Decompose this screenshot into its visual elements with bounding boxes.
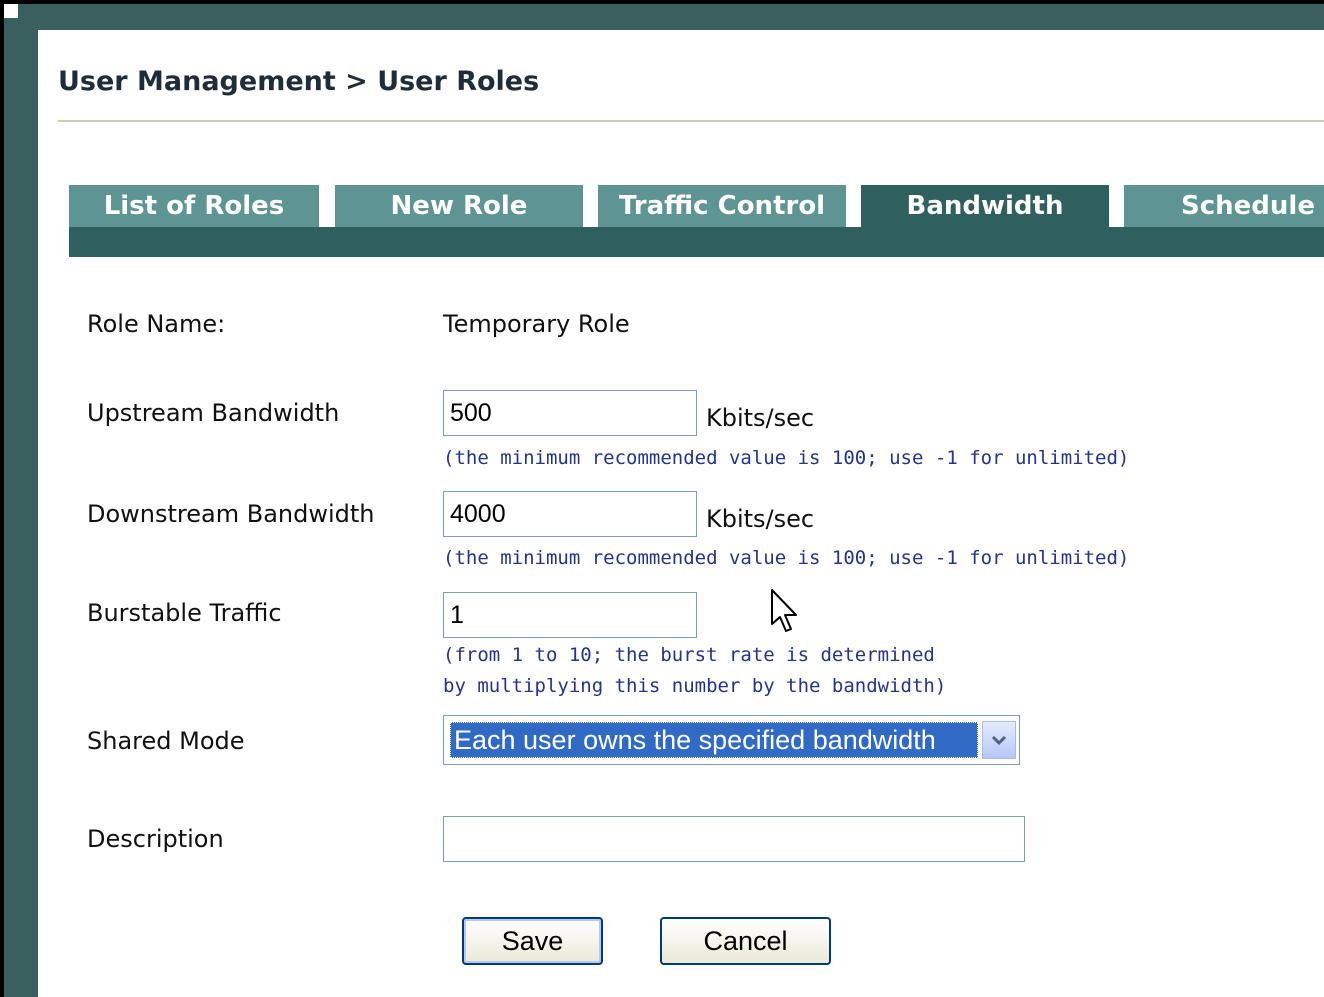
shared-mode-selected-value: Each user owns the specified bandwidth xyxy=(450,722,978,758)
tab-underbar xyxy=(69,227,1324,257)
role-name-value: Temporary Role xyxy=(443,310,630,338)
burstable-hint-line1: (from 1 to 10; the burst rate is determi… xyxy=(443,644,935,666)
upstream-bandwidth-label: Upstream Bandwidth xyxy=(87,399,340,427)
description-label: Description xyxy=(87,825,224,853)
tab-traffic-control[interactable]: Traffic Control xyxy=(598,185,846,227)
page-title: User Management > User Roles xyxy=(58,66,540,97)
burstable-traffic-input[interactable] xyxy=(443,592,697,638)
upstream-hint: (the minimum recommended value is 100; u… xyxy=(443,447,1130,469)
tab-schedule[interactable]: Schedule xyxy=(1124,185,1324,227)
downstream-unit: Kbits/sec xyxy=(706,505,815,533)
downstream-bandwidth-input[interactable] xyxy=(443,491,697,537)
downstream-bandwidth-label: Downstream Bandwidth xyxy=(87,500,375,528)
title-divider xyxy=(58,120,1324,122)
burstable-hint-line2: by multiplying this number by the bandwi… xyxy=(443,675,947,697)
tab-list-of-roles[interactable]: List of Roles xyxy=(69,185,319,227)
tab-bandwidth[interactable]: Bandwidth xyxy=(861,185,1109,227)
role-name-label: Role Name: xyxy=(87,310,226,338)
top-frame-bar xyxy=(0,0,1324,30)
shared-mode-select[interactable]: Each user owns the specified bandwidth xyxy=(443,715,1020,765)
cancel-button[interactable]: Cancel xyxy=(660,917,831,965)
description-input[interactable] xyxy=(443,816,1025,862)
upstream-bandwidth-input[interactable] xyxy=(443,390,697,436)
left-frame-bar xyxy=(0,0,38,997)
shared-mode-label: Shared Mode xyxy=(87,727,245,755)
upstream-unit: Kbits/sec xyxy=(706,404,815,432)
downstream-hint: (the minimum recommended value is 100; u… xyxy=(443,547,1130,569)
burstable-traffic-label: Burstable Traffic xyxy=(87,599,282,627)
mouse-pointer-icon xyxy=(771,589,797,632)
frame-corner xyxy=(0,0,38,30)
chevron-down-icon[interactable] xyxy=(982,721,1016,759)
tab-new-role[interactable]: New Role xyxy=(335,185,583,227)
save-button[interactable]: Save xyxy=(462,917,603,965)
